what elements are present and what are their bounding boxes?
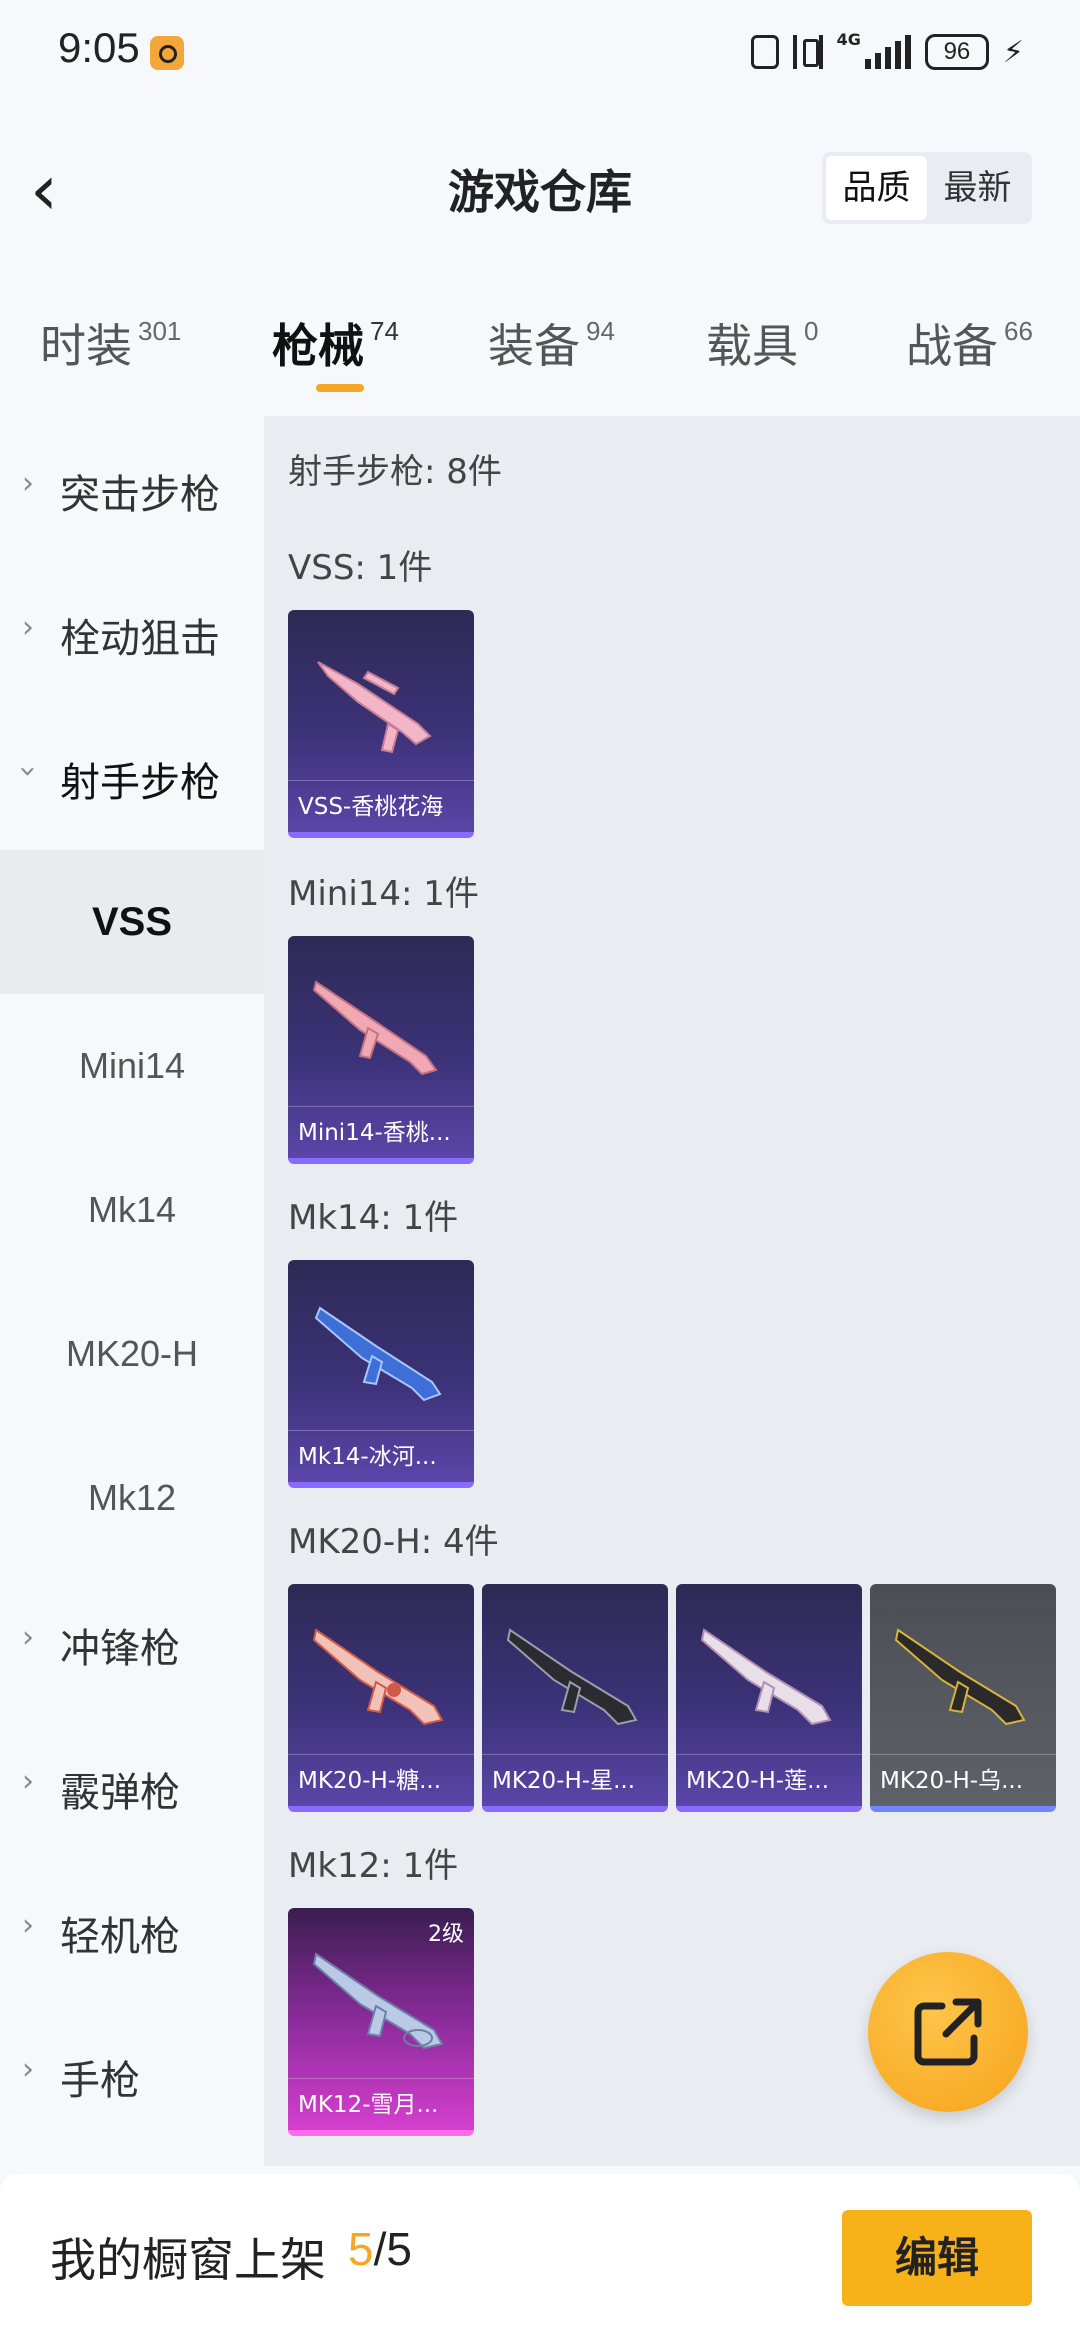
app-notification-icon (150, 36, 184, 70)
system-icons: 4G 96 ⚡ (750, 30, 1024, 74)
tab-label: 时装 (40, 319, 132, 373)
item-name: MK20-H-星... (482, 1754, 668, 1806)
sidebar-item-shotgun[interactable]: › 霰弹枪 (0, 1714, 264, 1858)
rifle-icon (700, 1628, 832, 1726)
item-grid: 射手步枪: 8件 VSS: 1件 VSS-香桃花海 Mini14: 1件 Min… (264, 416, 1080, 2166)
nfc-icon (750, 35, 779, 69)
signal-icon (864, 35, 911, 69)
tab-supplies[interactable]: 战备 66 (906, 310, 1033, 376)
item-level-badge: 2级 (428, 1922, 464, 1947)
sidebar-item-label: 霰弹枪 (60, 1770, 180, 1816)
chevron-right-icon: › (22, 1908, 34, 1943)
sidebar-item-label: 栓动狙击 (60, 616, 220, 662)
rifle-icon (314, 1306, 442, 1402)
sidebar-item-label: 冲锋枪 (60, 1626, 180, 1672)
item-name: Mk14-冰河... (288, 1430, 474, 1482)
tab-count: 94 (586, 316, 615, 346)
network-type: 4G (836, 30, 861, 49)
edit-button[interactable]: 编辑 (842, 2210, 1032, 2306)
chevron-right-icon: › (22, 466, 34, 501)
sidebar-sub-mk20h[interactable]: MK20-H (0, 1282, 264, 1426)
showcase-total: 5 (386, 2223, 412, 2275)
tab-count: 66 (1004, 316, 1033, 346)
tab-label: 战备 (906, 319, 998, 373)
chevron-right-icon: › (22, 2052, 34, 2087)
section-heading: Mk12: 1件 (288, 1846, 459, 1886)
rifle-icon (312, 1628, 444, 1726)
sidebar-sub-mini14[interactable]: Mini14 (0, 994, 264, 1138)
item-card[interactable]: 2级 MK12-雪月... (288, 1908, 474, 2136)
charging-icon: ⚡ (1002, 34, 1024, 70)
sidebar-item-bolt-sniper[interactable]: › 栓动狙击 (0, 560, 264, 704)
tab-equipment[interactable]: 装备 94 (488, 310, 615, 376)
sidebar-sub-vss[interactable]: VSS (0, 850, 264, 994)
sidebar-item-marksman-rifle[interactable]: › 射手步枪 (0, 704, 264, 848)
item-card[interactable]: Mk14-冰河... (288, 1260, 474, 1488)
item-name: MK20-H-乌... (870, 1754, 1056, 1806)
sidebar-sub-mk12[interactable]: Mk12 (0, 1426, 264, 1570)
chevron-right-icon: › (22, 1620, 34, 1655)
rifle-icon (312, 1952, 444, 2050)
rifle-icon (312, 980, 438, 1076)
tab-count: 0 (804, 316, 819, 346)
sort-toggle: 品质 最新 (822, 152, 1032, 224)
clock: 9:05 (58, 24, 140, 71)
vibrate-icon (792, 35, 823, 69)
section-heading: Mk14: 1件 (288, 1198, 459, 1238)
share-button[interactable] (868, 1952, 1028, 2112)
tab-label: 枪械 (272, 319, 364, 373)
sidebar-item-lmg[interactable]: › 轻机枪 (0, 1858, 264, 2002)
sidebar-item-label: 突击步枪 (60, 472, 220, 518)
item-card[interactable]: MK20-H-乌... (870, 1584, 1056, 1812)
sort-latest-button[interactable]: 最新 (927, 156, 1028, 220)
item-name: MK12-雪月... (288, 2078, 474, 2130)
rifle-icon (894, 1628, 1026, 1726)
battery-icon: 96 (924, 34, 989, 70)
active-tab-indicator (316, 384, 364, 392)
tab-count: 301 (138, 316, 182, 346)
tab-fashion[interactable]: 时装 301 (40, 310, 181, 376)
tab-label: 载具 (706, 319, 798, 373)
item-card[interactable]: VSS-香桃花海 (288, 610, 474, 838)
item-card[interactable]: MK20-H-糖... (288, 1584, 474, 1812)
item-card[interactable]: MK20-H-莲... (676, 1584, 862, 1812)
item-name: Mini14-香桃... (288, 1106, 474, 1158)
item-name: MK20-H-莲... (676, 1754, 862, 1806)
showcase-label: 我的橱窗上架 (50, 2233, 326, 2287)
showcase-bar: 我的橱窗上架 5/5 编辑 (0, 2174, 1080, 2340)
chevron-right-icon: › (22, 610, 34, 645)
rifle-icon (506, 1628, 638, 1726)
item-name: VSS-香桃花海 (288, 780, 474, 832)
sidebar-item-label: 手枪 (60, 2058, 140, 2104)
showcase-count: 5/5 (348, 2222, 412, 2276)
share-icon (914, 1998, 982, 2066)
sidebar-item-label: 轻机枪 (60, 1914, 180, 1960)
category-tabs: 时装 301 枪械 74 装备 94 载具 0 战备 66 (0, 300, 1080, 400)
showcase-current: 5 (348, 2223, 374, 2275)
tab-count: 74 (370, 316, 399, 346)
status-bar: 9:05 4G 96 ⚡ (0, 0, 1080, 100)
sidebar-item-assault-rifle[interactable]: › 突击步枪 (0, 416, 264, 560)
sidebar: › 突击步枪 › 栓动狙击 › 射手步枪 VSS Mini14 Mk14 MK20-H… (0, 416, 264, 2166)
section-heading: Mini14: 1件 (288, 874, 479, 914)
content-header: 射手步枪: 8件 (288, 452, 502, 492)
chevron-down-icon: › (10, 765, 46, 778)
item-card[interactable]: Mini14-香桃... (288, 936, 474, 1164)
tab-vehicles[interactable]: 载具 0 (706, 310, 818, 376)
tab-firearms[interactable]: 枪械 74 (272, 310, 399, 376)
showcase-separator: / (373, 2223, 387, 2275)
sidebar-item-pistol[interactable]: › 手枪 (0, 2002, 264, 2146)
rifle-icon (317, 661, 432, 754)
section-heading: MK20-H: 4件 (288, 1522, 499, 1562)
sidebar-item-label: 射手步枪 (60, 760, 220, 806)
item-card[interactable]: MK20-H-星... (482, 1584, 668, 1812)
sidebar-sub-mk14[interactable]: Mk14 (0, 1138, 264, 1282)
chevron-right-icon: › (22, 1764, 34, 1799)
section-heading: VSS: 1件 (288, 548, 433, 588)
item-name: MK20-H-糖... (288, 1754, 474, 1806)
tab-label: 装备 (488, 319, 580, 373)
sidebar-item-smg[interactable]: › 冲锋枪 (0, 1570, 264, 1714)
sort-quality-button[interactable]: 品质 (826, 156, 927, 220)
